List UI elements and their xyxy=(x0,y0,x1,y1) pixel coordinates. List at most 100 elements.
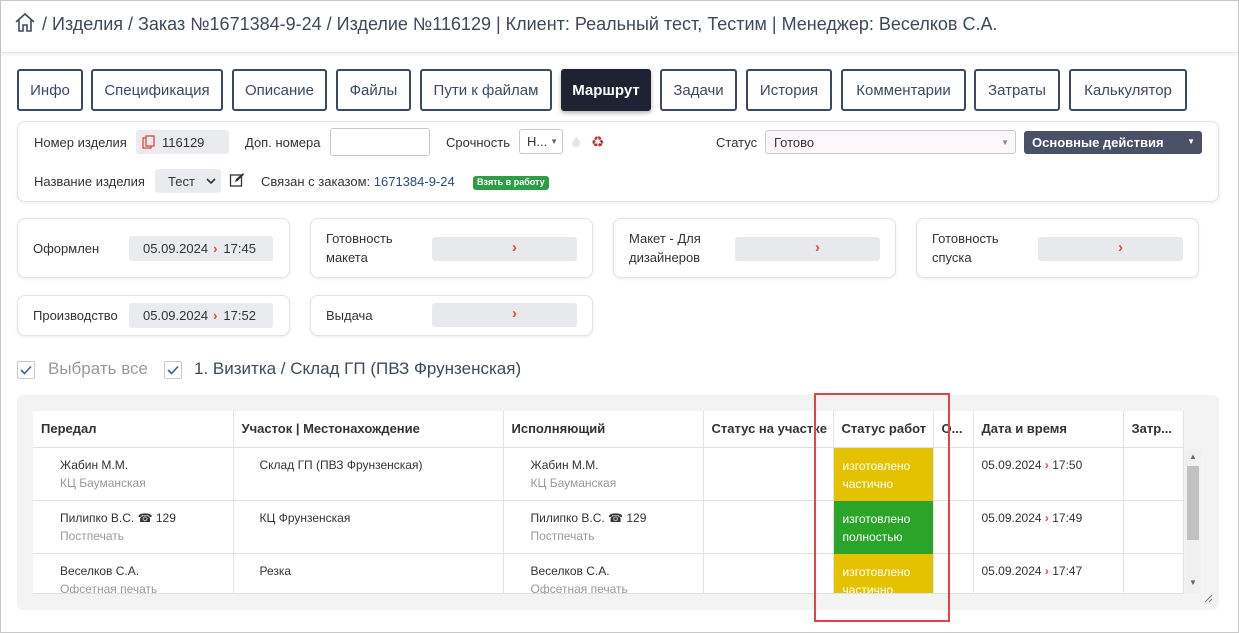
recycle-icon[interactable]: ♻ xyxy=(591,133,604,151)
urgency-select[interactable]: Н... ▼ xyxy=(519,129,563,154)
area-name: Склад ГП (ПВЗ Фрунзенская) xyxy=(259,457,423,472)
item-info-card: Номер изделия 116129 Доп. номера Срочнос… xyxy=(17,121,1219,202)
stage-datetime[interactable]: › xyxy=(735,237,880,261)
stage-datetime[interactable]: 05.09.2024 › 17:45 xyxy=(129,236,273,261)
resize-handle-icon[interactable] xyxy=(1203,593,1213,603)
linked-order-link[interactable]: 1671384-9-24 xyxy=(374,174,455,189)
tab-costs[interactable]: Затраты xyxy=(974,69,1060,111)
home-icon[interactable] xyxy=(14,12,36,34)
scroll-down-icon[interactable]: ▼ xyxy=(1189,578,1197,587)
item-number-field: 116129 xyxy=(136,130,229,154)
item-name-select[interactable]: Тест xyxy=(155,169,221,193)
row-time: 17:49 xyxy=(1052,510,1083,525)
table-row[interactable]: Пилипко В.С. ☎ 129 Постпечать КЦ Фрунзенс… xyxy=(33,500,1184,554)
tab-tasks[interactable]: Задачи xyxy=(660,69,737,111)
stage-issue: Выдача › xyxy=(310,295,593,336)
from-sub: КЦ Бауманская xyxy=(60,475,146,490)
stage-layout-designers: Макет - Для дизайнеров › xyxy=(613,218,896,278)
main-actions-button[interactable]: Основные действия ▼ xyxy=(1024,131,1202,154)
row-time: 17:50 xyxy=(1052,457,1083,472)
chevron-down-icon xyxy=(206,178,216,185)
item-number-value: 116129 xyxy=(162,134,205,150)
stage-label: Готовность спуска xyxy=(932,231,999,265)
from-name: Жабин М.М. xyxy=(60,457,129,472)
exec-sub: Постпечать xyxy=(530,528,595,543)
tab-route[interactable]: Маршрут xyxy=(561,69,651,111)
tab-file-paths[interactable]: Пути к файлам xyxy=(420,69,552,111)
stage-time: 17:52 xyxy=(223,308,256,323)
check-icon xyxy=(167,365,179,375)
extra-numbers-input[interactable] xyxy=(330,128,430,156)
chevron-right-icon: › xyxy=(512,239,517,256)
edit-icon[interactable] xyxy=(229,172,245,188)
costs-cell xyxy=(1123,500,1184,554)
from-name: Пилипко В.С. ☎ 129 xyxy=(60,510,176,525)
col-area[interactable]: Участок | Местонахождение xyxy=(233,411,504,448)
select-all-label[interactable]: Выбрать все xyxy=(48,359,148,379)
check-icon xyxy=(20,365,32,375)
row-time: 17:47 xyxy=(1052,563,1083,578)
stage-datetime[interactable]: › xyxy=(432,303,577,327)
stage-datetime[interactable]: › xyxy=(1038,237,1183,261)
stage-datetime[interactable]: › xyxy=(432,237,577,261)
stage-run-ready: Готовность спуска › xyxy=(916,218,1199,278)
highlight-box xyxy=(814,393,950,622)
exec-name: Пилипко В.С. ☎ 129 xyxy=(530,510,647,525)
exec-name: Жабин М.М. xyxy=(530,457,599,472)
status-select[interactable]: Готово ▼ xyxy=(765,130,1016,154)
from-sub: Офсетная печать xyxy=(60,581,158,593)
route-table: Передал Участок | Местонахождение Исполн… xyxy=(33,411,1184,594)
datetime: 05.09.2024 › 17:50 xyxy=(982,458,1083,472)
group-label[interactable]: 1. Визитка / Склад ГП (ПВЗ Фрунзенская) xyxy=(194,359,521,379)
stage-label: Производство xyxy=(33,308,118,323)
tab-comments[interactable]: Комментарии xyxy=(841,69,966,111)
tab-description[interactable]: Описание xyxy=(232,69,327,111)
tab-calculator[interactable]: Калькулятор xyxy=(1069,69,1187,111)
status-value: Готово xyxy=(774,134,815,150)
exec-name: Веселков С.А. xyxy=(530,563,610,578)
col-costs[interactable]: Затр... xyxy=(1123,411,1184,448)
stage-date: 05.09.2024 xyxy=(143,308,209,323)
chevron-right-icon: › xyxy=(213,308,218,323)
stage-registered: Оформлен 05.09.2024 › 17:45 xyxy=(17,218,290,278)
scroll-up-icon[interactable]: ▲ xyxy=(1189,452,1197,461)
tab-history[interactable]: История xyxy=(746,69,832,111)
group-checkbox[interactable] xyxy=(164,361,182,379)
chevron-down-icon: ▼ xyxy=(550,137,558,146)
main-actions-label: Основные действия xyxy=(1032,135,1164,150)
table-scrollbar[interactable]: ▲ ▼ xyxy=(1185,450,1201,593)
urgency-label: Срочность xyxy=(446,135,510,150)
col-executor[interactable]: Исполняющий xyxy=(503,411,704,448)
take-to-work-badge[interactable]: Взять в работу xyxy=(473,176,549,190)
exec-sub: Офсетная печать xyxy=(530,581,628,594)
table-row[interactable]: Веселков С.А. Офсетная печать Резка Весел… xyxy=(33,553,1184,594)
col-from[interactable]: Передал xyxy=(33,411,234,448)
stage-production: Производство 05.09.2024 › 17:52 xyxy=(17,295,290,336)
tab-files[interactable]: Файлы xyxy=(336,69,411,111)
stage-label: Готовность макета xyxy=(326,231,393,265)
tab-info[interactable]: Инфо xyxy=(17,69,83,111)
stage-label: Оформлен xyxy=(33,241,100,256)
table-header-row: Передал Участок | Местонахождение Исполн… xyxy=(33,411,1184,448)
copy-icon[interactable] xyxy=(142,135,156,149)
tab-specification[interactable]: Спецификация xyxy=(91,69,223,111)
col-datetime[interactable]: Дата и время xyxy=(973,411,1124,448)
extra-numbers-label: Доп. номера xyxy=(245,135,321,150)
app-frame: / Изделия / Заказ №1671384-9-24 / Издели… xyxy=(0,0,1239,633)
status-label: Статус xyxy=(716,135,758,150)
item-number-label: Номер изделия xyxy=(34,135,127,150)
stage-label: Выдача xyxy=(326,308,373,323)
select-all-checkbox[interactable] xyxy=(17,361,35,379)
route-table-panel: Передал Участок | Местонахождение Исполн… xyxy=(17,395,1219,610)
stage-layout-ready: Готовность макета › xyxy=(310,218,593,278)
header: / Изделия / Заказ №1671384-9-24 / Издели… xyxy=(1,1,1238,53)
fire-icon[interactable] xyxy=(570,135,582,149)
breadcrumb[interactable]: / Изделия / Заказ №1671384-9-24 / Издели… xyxy=(42,14,998,35)
scrollbar-thumb[interactable] xyxy=(1187,466,1199,540)
stage-datetime[interactable]: 05.09.2024 › 17:52 xyxy=(129,303,273,328)
area-name: Резка xyxy=(259,563,292,578)
chevron-right-icon: › xyxy=(213,241,218,256)
from-name: Веселков С.А. xyxy=(60,563,140,578)
datetime: 05.09.2024 › 17:47 xyxy=(982,564,1083,578)
table-row[interactable]: Жабин М.М. КЦ Бауманская Склад ГП (ПВЗ Фр… xyxy=(33,447,1184,501)
